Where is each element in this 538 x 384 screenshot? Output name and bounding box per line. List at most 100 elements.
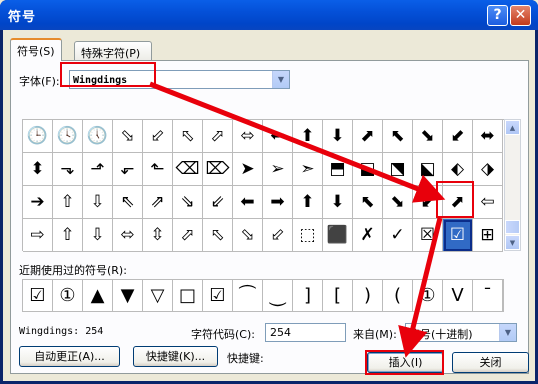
close-window-button[interactable]: ✕ (510, 5, 531, 26)
recent-symbol-cell[interactable]: ( (383, 280, 413, 311)
symbol-cell[interactable]: ⬚ (293, 219, 323, 252)
symbol-cell[interactable]: ⬈ (443, 186, 473, 219)
symbol-cell[interactable]: ⇧ (53, 186, 83, 219)
recent-symbol-cell[interactable]: ¯ (473, 280, 503, 311)
symbol-cell[interactable]: 🕔 (83, 120, 113, 153)
symbol-cell[interactable]: ⇙ (203, 186, 233, 219)
help-button[interactable]: ? (487, 5, 508, 26)
insert-button[interactable]: 插入(I) (367, 352, 444, 373)
symbol-cell[interactable]: ⬌ (473, 120, 503, 153)
symbol-cell[interactable]: ➤ (233, 153, 263, 186)
recent-symbol-cell[interactable]: [ (323, 280, 353, 311)
recent-symbol-cell[interactable]: ▽ (143, 280, 173, 311)
symbol-cell[interactable]: ⇧ (53, 219, 83, 252)
symbol-cell[interactable]: ⌫ (173, 153, 203, 186)
symbol-cell[interactable]: ⬆ (293, 120, 323, 153)
symbol-cell[interactable]: ➣ (293, 153, 323, 186)
symbol-cell[interactable]: ⬅ (233, 186, 263, 219)
chevron-down-icon[interactable]: ▼ (499, 324, 516, 341)
tab-symbols[interactable]: 符号(S) (10, 38, 62, 61)
symbol-cell[interactable]: ⬇ (323, 186, 353, 219)
symbol-cell[interactable]: ⊞ (473, 219, 503, 252)
symbol-cell[interactable]: ⬛ (323, 219, 353, 252)
symbol-cell[interactable]: ⬇ (323, 120, 353, 153)
recent-symbol-cell[interactable]: ▼ (113, 280, 143, 311)
tab-special-characters[interactable]: 特殊字符(P) (74, 41, 152, 61)
symbol-cell[interactable]: ⬒ (323, 153, 353, 186)
recent-symbol-cell[interactable]: □ (173, 280, 203, 311)
from-value: 符号(十进制) (409, 328, 473, 341)
shortcut-key-button[interactable]: 快捷键(K)... (133, 346, 218, 367)
symbol-cell[interactable]: ✗ (353, 219, 383, 252)
symbol-cell[interactable]: ⬗ (473, 153, 503, 186)
symbol-cell[interactable]: ⬁ (173, 120, 203, 153)
scroll-thumb[interactable] (505, 220, 520, 234)
symbol-cell-selected[interactable]: ☑ (443, 219, 473, 252)
recent-symbol-cell[interactable]: ⏝ (263, 280, 293, 311)
symbol-cell[interactable]: ⬄ (233, 120, 263, 153)
symbol-cell[interactable]: ⇗ (143, 186, 173, 219)
symbol-cell[interactable]: ⬆ (293, 186, 323, 219)
recent-symbol-cell[interactable]: ) (353, 280, 383, 311)
symbol-cell[interactable]: ⬕ (413, 153, 443, 186)
symbol-cell[interactable]: ⬈ (353, 120, 383, 153)
symbol-cell[interactable]: ⬂ (113, 120, 143, 153)
symbol-cell[interactable]: ⬉ (353, 186, 383, 219)
symbol-cell[interactable]: ⬄ (113, 219, 143, 252)
symbol-cell[interactable]: ⬔ (383, 153, 413, 186)
symbol-cell[interactable]: ⇩ (83, 186, 113, 219)
symbol-cell[interactable]: ➔ (23, 186, 53, 219)
symbol-cell[interactable]: ⬋ (413, 186, 443, 219)
recent-symbol-cell[interactable]: V (443, 280, 473, 311)
symbol-cell[interactable]: ⇩ (83, 219, 113, 252)
symbol-cell[interactable]: ⬍ (23, 153, 53, 186)
symbol-cell[interactable]: 🕓 (53, 120, 83, 153)
symbol-cell[interactable]: ⬓ (353, 153, 383, 186)
recent-symbol-cell[interactable]: ] (293, 280, 323, 311)
recent-symbol-cell[interactable]: ① (53, 280, 83, 311)
autocorrect-button[interactable]: 自动更正(A)... (19, 346, 120, 367)
font-select[interactable]: Wingdings ▼ (69, 70, 290, 89)
symbol-cell[interactable]: ⇖ (113, 186, 143, 219)
char-code-input[interactable]: 254 (265, 323, 346, 342)
symbol-cell[interactable]: ⇦ (473, 186, 503, 219)
recent-symbol-cell[interactable]: ☑ (203, 280, 233, 311)
symbol-cell[interactable]: ➢ (263, 153, 293, 186)
symbol-cell[interactable]: ⬁ (203, 219, 233, 252)
scroll-down-button[interactable]: ▼ (505, 235, 520, 250)
symbol-grid-scrollbar[interactable]: ▲ ▼ (504, 119, 521, 251)
symbol-cell[interactable]: ✓ (383, 219, 413, 252)
symbol-cell[interactable]: ⇨ (23, 219, 53, 252)
symbol-cell[interactable]: ⬀ (203, 120, 233, 153)
symbol-cell[interactable]: ⌦ (203, 153, 233, 186)
recent-symbol-cell[interactable]: ⏜ (233, 280, 263, 311)
symbol-cell[interactable]: ⬋ (443, 120, 473, 153)
symbol-cell[interactable]: 🕒 (23, 120, 53, 153)
symbol-cell[interactable]: ⬎ (53, 153, 83, 186)
symbol-cell[interactable]: ⬏ (83, 153, 113, 186)
recent-symbol-cell[interactable]: ☑ (23, 280, 53, 311)
title-bar[interactable]: 符号 ? ✕ (0, 0, 538, 30)
symbol-cell[interactable]: ⬐ (113, 153, 143, 186)
recent-symbol-cell[interactable]: ① (413, 280, 443, 311)
symbol-cell[interactable]: ⬖ (443, 153, 473, 186)
symbol-cell[interactable]: ⬊ (383, 186, 413, 219)
symbol-cell[interactable]: ➡ (263, 186, 293, 219)
close-button[interactable]: 关闭 (452, 352, 529, 373)
symbol-cell[interactable]: ⬃ (143, 120, 173, 153)
from-select[interactable]: 符号(十进制) ▼ (405, 323, 517, 342)
symbol-cell[interactable]: ⬀ (173, 219, 203, 252)
symbol-cell[interactable]: ⬑ (143, 153, 173, 186)
symbol-cell[interactable]: ☒ (413, 219, 443, 252)
symbol-cell[interactable]: ⬅ (263, 120, 293, 153)
symbol-cell[interactable]: ⇘ (173, 186, 203, 219)
symbol-cell[interactable]: ⬉ (383, 120, 413, 153)
symbol-cell[interactable]: ⇳ (143, 219, 173, 252)
symbol-cell[interactable]: ⬊ (413, 120, 443, 153)
symbol-cell[interactable]: ⬃ (263, 219, 293, 252)
recent-symbol-cell[interactable]: ▲ (83, 280, 113, 311)
symbol-cell[interactable]: ⬂ (233, 219, 263, 252)
scroll-up-button[interactable]: ▲ (505, 120, 520, 135)
chevron-down-icon[interactable]: ▼ (272, 71, 289, 88)
arrow-down-icon: ▼ (509, 239, 516, 247)
